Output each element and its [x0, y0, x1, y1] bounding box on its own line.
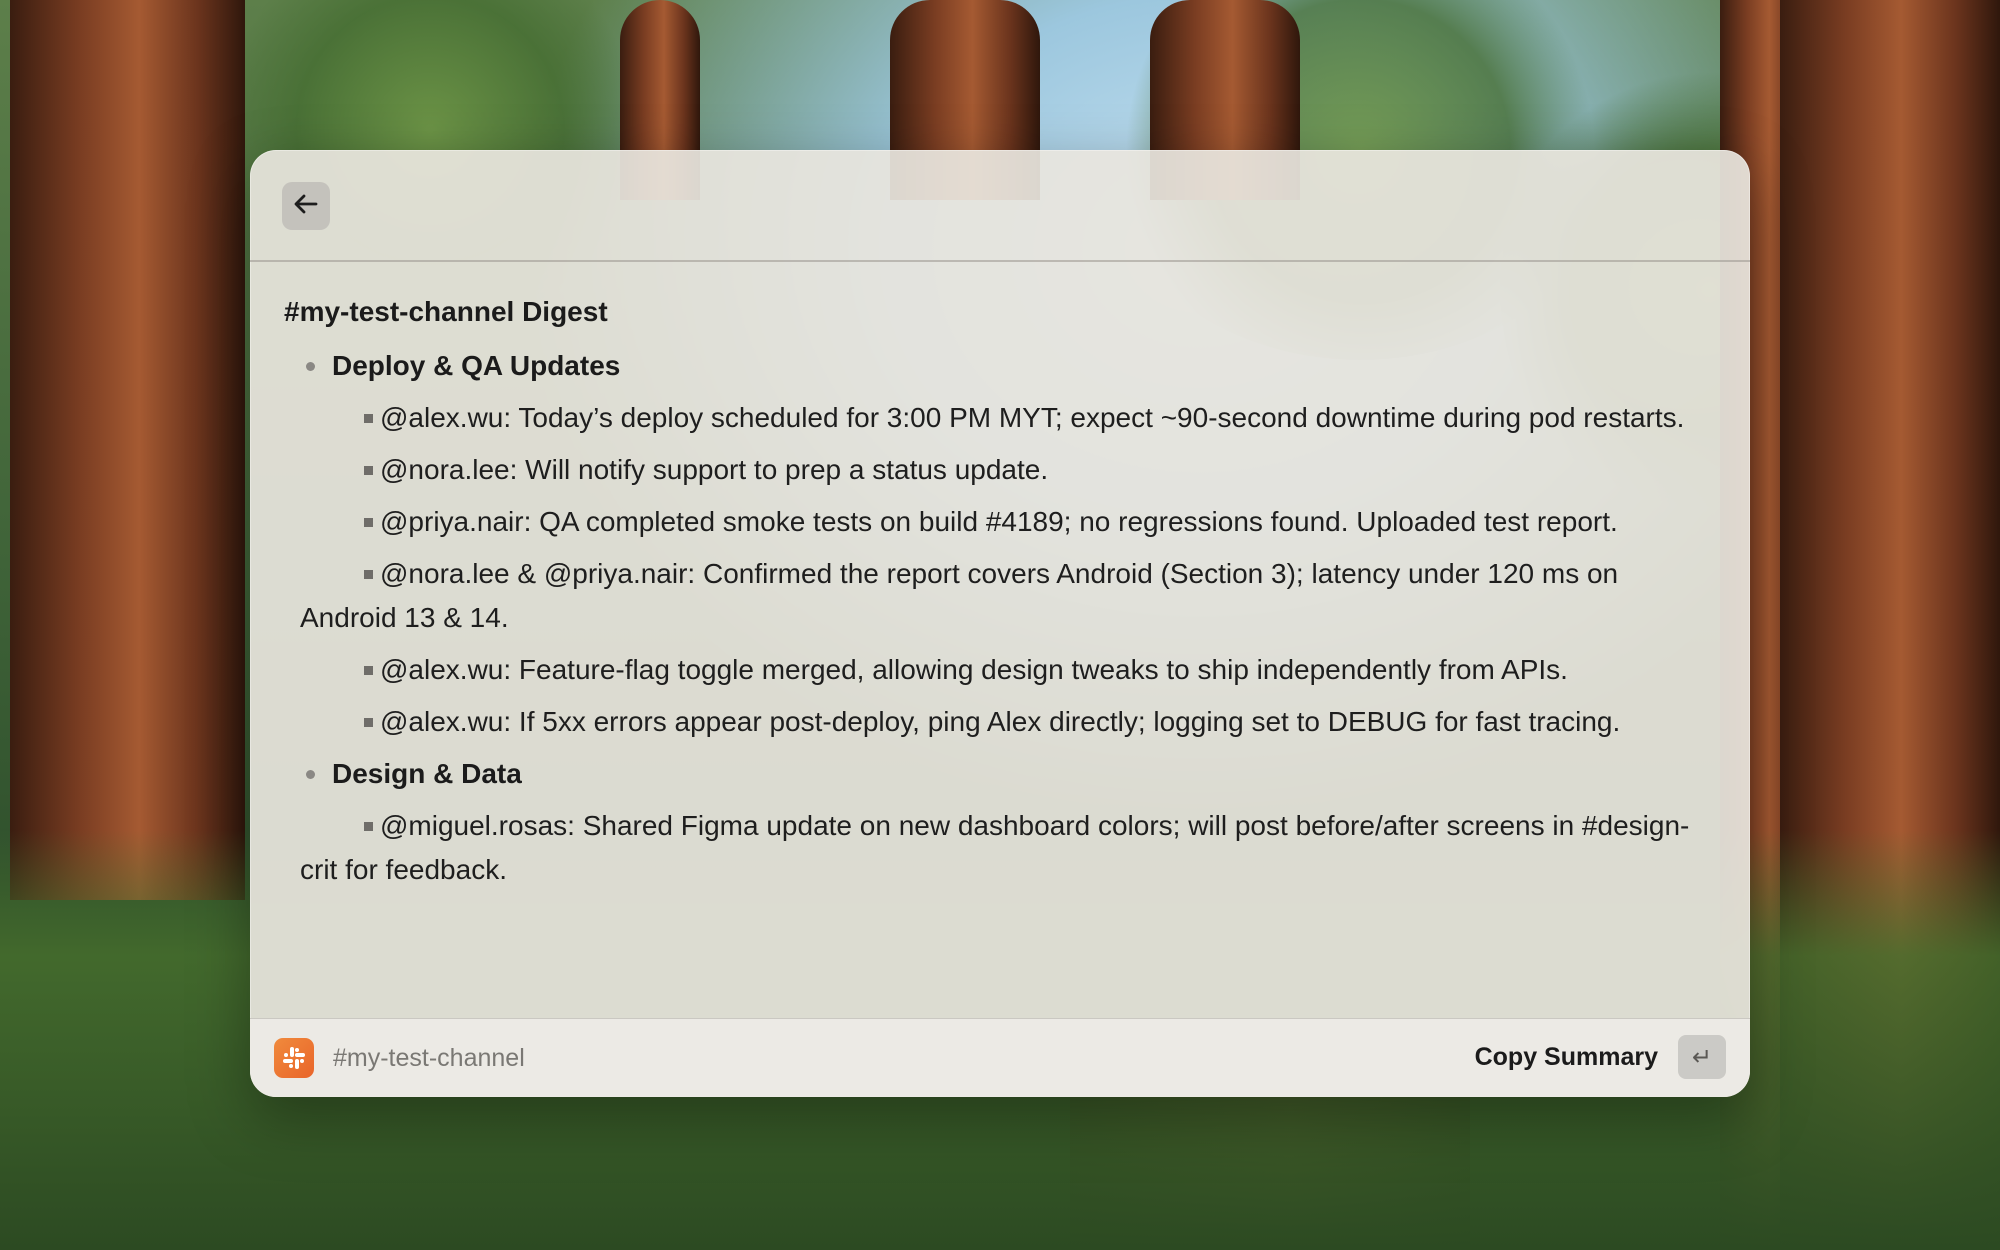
bullet-square-icon	[364, 414, 373, 423]
bullet-square-icon	[364, 518, 373, 527]
bullet-square-icon	[364, 666, 373, 675]
action-bar: #my-test-channel Copy Summary ↵	[250, 1018, 1750, 1097]
digest-title: #my-test-channel Digest	[284, 296, 608, 327]
arrow-left-icon	[292, 190, 320, 223]
list-item: @nora.lee & @priya.nair: Confirmed the r…	[284, 552, 1710, 640]
list-item-text: @alex.wu: Feature-flag toggle merged, al…	[380, 654, 1568, 685]
list-item: @nora.lee: Will notify support to prep a…	[284, 448, 1710, 492]
slack-icon	[274, 1038, 314, 1078]
return-key-icon[interactable]: ↵	[1678, 1035, 1726, 1079]
list-item: @alex.wu: If 5xx errors appear post-depl…	[284, 700, 1710, 744]
bullet-square-icon	[364, 466, 373, 475]
list-item-text: @nora.lee: Will notify support to prep a…	[380, 454, 1049, 485]
list-item-text: @miguel.rosas: Shared Figma update on ne…	[300, 810, 1690, 885]
back-button[interactable]	[282, 182, 330, 230]
bullet-dot-icon	[306, 362, 315, 371]
list-item-text: @alex.wu: Today’s deploy scheduled for 3…	[380, 402, 1685, 433]
list-item-text: @alex.wu: If 5xx errors appear post-depl…	[380, 706, 1621, 737]
digest-content[interactable]: #my-test-channel Digest Deploy & QA Upda…	[250, 262, 1750, 1097]
section-heading-design-data: Design & Data	[284, 754, 1710, 794]
section-heading-label: Deploy & QA Updates	[332, 350, 621, 381]
copy-summary-button[interactable]: Copy Summary	[1475, 1039, 1658, 1075]
bullet-square-icon	[364, 822, 373, 831]
list-item: @miguel.rosas: Shared Figma update on ne…	[284, 804, 1710, 892]
section-heading-label: Design & Data	[332, 758, 522, 789]
list-item: @alex.wu: Feature-flag toggle merged, al…	[284, 648, 1710, 692]
list-item: @priya.nair: QA completed smoke tests on…	[284, 500, 1710, 544]
window-header	[250, 150, 1750, 262]
digest-window: #my-test-channel Digest Deploy & QA Upda…	[250, 150, 1750, 1097]
section-heading-deploy-qa: Deploy & QA Updates	[284, 346, 1710, 386]
bullet-dot-icon	[306, 770, 315, 779]
list-item-text: @nora.lee & @priya.nair: Confirmed the r…	[300, 558, 1619, 633]
list-item-text: @priya.nair: QA completed smoke tests on…	[380, 506, 1618, 537]
bullet-square-icon	[364, 718, 373, 727]
wallpaper-tree-trunk	[10, 0, 245, 900]
channel-name: #my-test-channel	[333, 1044, 525, 1072]
list-item: @alex.wu: Today’s deploy scheduled for 3…	[284, 396, 1710, 440]
bullet-square-icon	[364, 570, 373, 579]
